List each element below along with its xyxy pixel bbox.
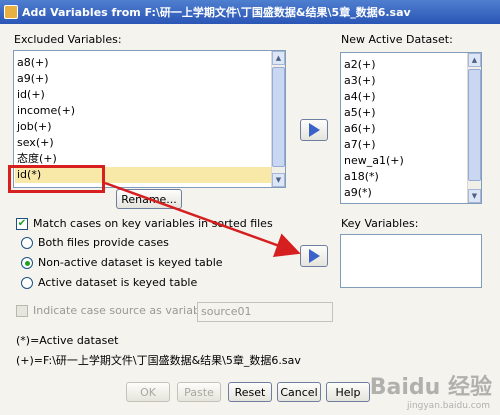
new-active-dataset-list[interactable]: a2(+) a3(+) a4(+) a5(+) a6(+) a7(+) new_a1(+) a… [340, 52, 482, 204]
source-variable-field[interactable]: source01 [197, 302, 333, 322]
new-active-dataset-label: New Active Dataset: [341, 33, 453, 46]
scroll-thumb[interactable] [468, 69, 481, 181]
right-arrow-icon [308, 123, 320, 137]
scroll-down-icon[interactable]: ▼ [468, 189, 481, 203]
list-item[interactable]: job(+) [17, 119, 52, 135]
list-item[interactable]: income(+) [17, 103, 75, 119]
watermark-logo: Baidu 经验 [369, 375, 492, 400]
paste-button[interactable]: Paste [177, 382, 221, 402]
indicate-source-checkbox[interactable] [16, 305, 28, 317]
indicate-source-label: Indicate case source as variable: [33, 304, 214, 317]
scroll-down-icon[interactable]: ▼ [272, 173, 285, 187]
file-source-note: (+)=F:\研一上学期文件\丁国盛数据&结果\5章_数据6.sav [16, 354, 301, 367]
list-item[interactable]: a9(+) [17, 71, 49, 87]
list-item[interactable]: sex(+) [17, 135, 54, 151]
list-item[interactable]: a5(+) [344, 105, 376, 121]
list-item[interactable]: id(+) [17, 87, 45, 103]
move-to-key-button[interactable] [300, 245, 328, 267]
list-item[interactable]: new_a1(+) [344, 153, 404, 169]
reset-button[interactable]: Reset [228, 382, 272, 402]
help-button[interactable]: Help [326, 382, 370, 402]
non-active-keyed-label: Non-active dataset is keyed table [38, 256, 223, 269]
app-icon [4, 5, 18, 19]
watermark-url: jingyan.baidu.com [406, 401, 490, 411]
list-item[interactable]: a7(+) [344, 137, 376, 153]
ok-button[interactable]: OK [126, 382, 170, 402]
both-files-label: Both files provide cases [38, 236, 169, 249]
scroll-up-icon[interactable]: ▲ [468, 53, 481, 67]
list-item[interactable]: a8(+) [17, 55, 49, 71]
active-dataset-note: (*)=Active dataset [16, 334, 119, 347]
annotation-highlight-box [8, 165, 105, 193]
scroll-up-icon[interactable]: ▲ [272, 51, 285, 65]
active-keyed-radio[interactable] [21, 277, 33, 289]
rename-button[interactable]: Rename... [116, 189, 182, 209]
key-variables-list[interactable] [340, 234, 482, 288]
both-files-radio[interactable] [21, 237, 33, 249]
list-item[interactable]: a6(+) [344, 121, 376, 137]
list-item[interactable]: a4(+) [344, 89, 376, 105]
window-title: Add Variables from F:\研一上学期文件\丁国盛数据&结果\5… [22, 6, 411, 19]
move-to-active-button[interactable] [300, 119, 328, 141]
excluded-variables-label: Excluded Variables: [14, 33, 122, 46]
list-item[interactable]: a9(*) [344, 185, 372, 201]
scroll-thumb[interactable] [272, 67, 285, 167]
excluded-scrollbar[interactable]: ▲ ▼ [271, 51, 285, 187]
non-active-keyed-radio[interactable] [21, 257, 33, 269]
active-keyed-label: Active dataset is keyed table [38, 276, 198, 289]
match-cases-label: Match cases on key variables in sorted f… [33, 217, 273, 230]
list-item[interactable]: a2(+) [344, 57, 376, 73]
list-item[interactable]: a18(*) [344, 169, 379, 185]
title-bar[interactable]: Add Variables from F:\研一上学期文件\丁国盛数据&结果\5… [0, 0, 500, 24]
active-scrollbar[interactable]: ▲ ▼ [467, 53, 481, 203]
cancel-button[interactable]: Cancel [277, 382, 321, 402]
right-arrow-icon [308, 249, 320, 263]
list-item[interactable]: a3(+) [344, 73, 376, 89]
key-variables-label: Key Variables: [341, 217, 419, 230]
match-cases-checkbox[interactable]: ✔ [16, 218, 28, 230]
